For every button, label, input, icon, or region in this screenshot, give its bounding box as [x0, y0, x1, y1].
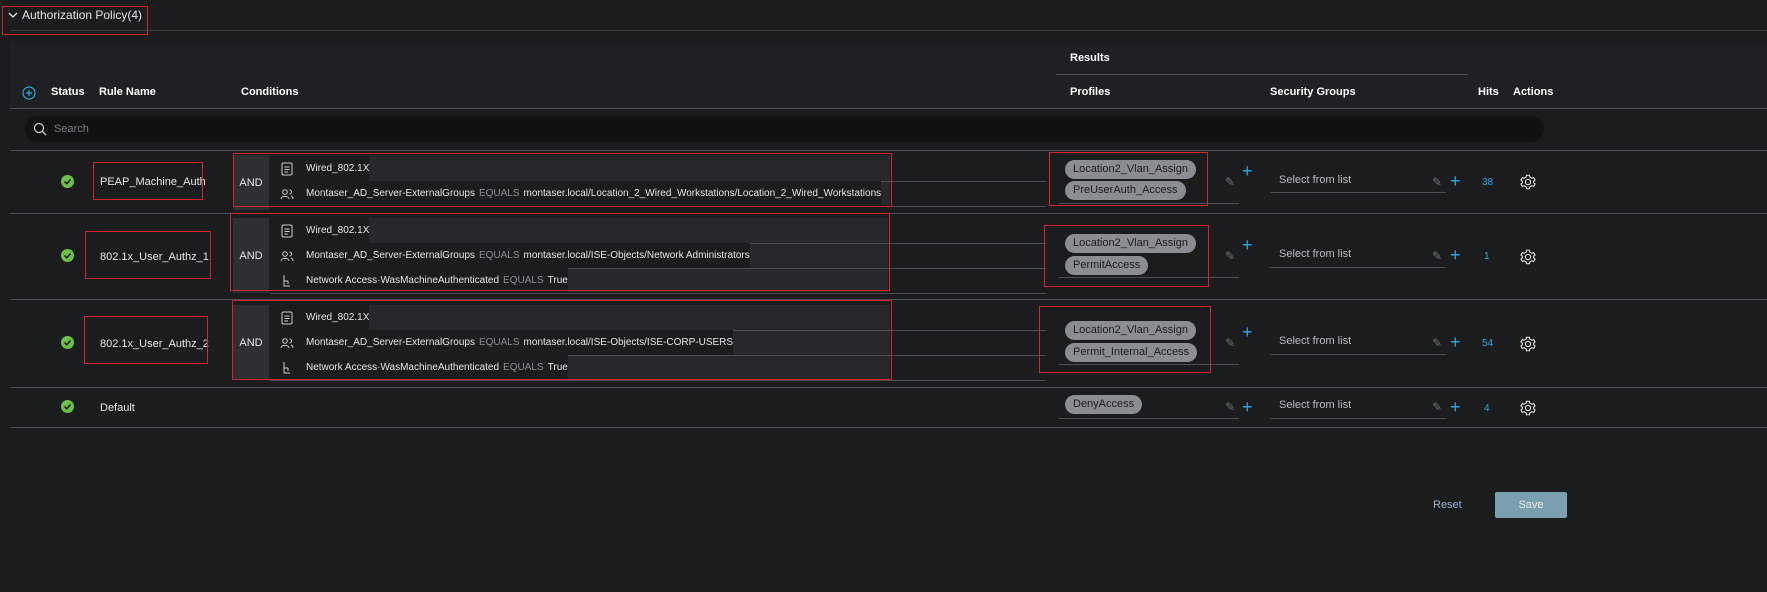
status-header: Status	[51, 86, 85, 98]
highlight-box	[232, 300, 892, 380]
edit-icon[interactable]: ✎	[1225, 336, 1235, 350]
status-enabled-icon[interactable]	[61, 249, 74, 262]
edit-icon[interactable]: ✎	[1432, 400, 1442, 414]
edit-icon[interactable]: ✎	[1225, 249, 1235, 263]
rule-name: Default	[100, 402, 135, 414]
highlight-box	[85, 231, 211, 279]
gear-icon[interactable]	[1519, 248, 1537, 266]
add-profile-icon[interactable]: +	[1242, 162, 1253, 180]
save-button[interactable]: Save	[1495, 492, 1567, 518]
highlight-box	[1044, 225, 1209, 287]
hits-header: Hits	[1478, 86, 1499, 98]
security-group-select[interactable]: Select from list	[1279, 335, 1351, 347]
highlight-box	[1039, 306, 1211, 373]
search-input[interactable]: Search	[54, 123, 89, 135]
hits-count[interactable]: 1	[1484, 251, 1490, 262]
edit-icon[interactable]: ✎	[1225, 400, 1235, 414]
highlight-box	[230, 213, 890, 291]
profile-tag[interactable]: DenyAccess	[1065, 395, 1143, 414]
status-enabled-icon[interactable]	[61, 400, 74, 413]
hits-count[interactable]: 54	[1482, 338, 1493, 349]
add-security-group-icon[interactable]: +	[1450, 398, 1461, 416]
rule-name-header[interactable]: Rule Name	[99, 86, 156, 98]
search-icon	[33, 122, 47, 136]
status-enabled-icon[interactable]	[61, 336, 74, 349]
security-group-select[interactable]: Select from list	[1279, 248, 1351, 260]
hits-count[interactable]: 38	[1482, 177, 1493, 188]
highlight-box	[84, 316, 208, 364]
add-security-group-icon[interactable]: +	[1450, 333, 1461, 351]
add-profile-icon[interactable]: +	[1242, 398, 1253, 416]
results-header: Results	[1070, 52, 1110, 64]
edit-icon[interactable]: ✎	[1432, 336, 1442, 350]
gear-icon[interactable]	[1519, 399, 1537, 417]
security-groups-header: Security Groups	[1270, 86, 1356, 98]
add-profile-icon[interactable]: +	[1242, 323, 1253, 341]
profiles-header: Profiles	[1070, 86, 1111, 98]
edit-icon[interactable]: ✎	[1225, 175, 1235, 189]
add-security-group-icon[interactable]: +	[1450, 246, 1461, 264]
add-profile-icon[interactable]: +	[1242, 236, 1253, 254]
add-security-group-icon[interactable]: +	[1450, 172, 1461, 190]
edit-icon[interactable]: ✎	[1432, 175, 1442, 189]
add-rule-icon[interactable]	[22, 86, 36, 100]
reset-button[interactable]: Reset	[1433, 499, 1462, 511]
conditions-header: Conditions	[241, 86, 299, 98]
highlight-box	[93, 162, 203, 200]
hits-count[interactable]: 4	[1484, 403, 1490, 414]
gear-icon[interactable]	[1519, 335, 1537, 353]
edit-icon[interactable]: ✎	[1432, 249, 1442, 263]
security-group-select[interactable]: Select from list	[1279, 399, 1351, 411]
highlight-box	[233, 153, 892, 207]
gear-icon[interactable]	[1519, 173, 1537, 191]
highlight-box	[1049, 152, 1208, 206]
status-enabled-icon[interactable]	[61, 175, 74, 188]
actions-header: Actions	[1513, 86, 1554, 98]
security-group-select[interactable]: Select from list	[1279, 174, 1351, 186]
search-bar[interactable]: Search	[25, 116, 1544, 142]
